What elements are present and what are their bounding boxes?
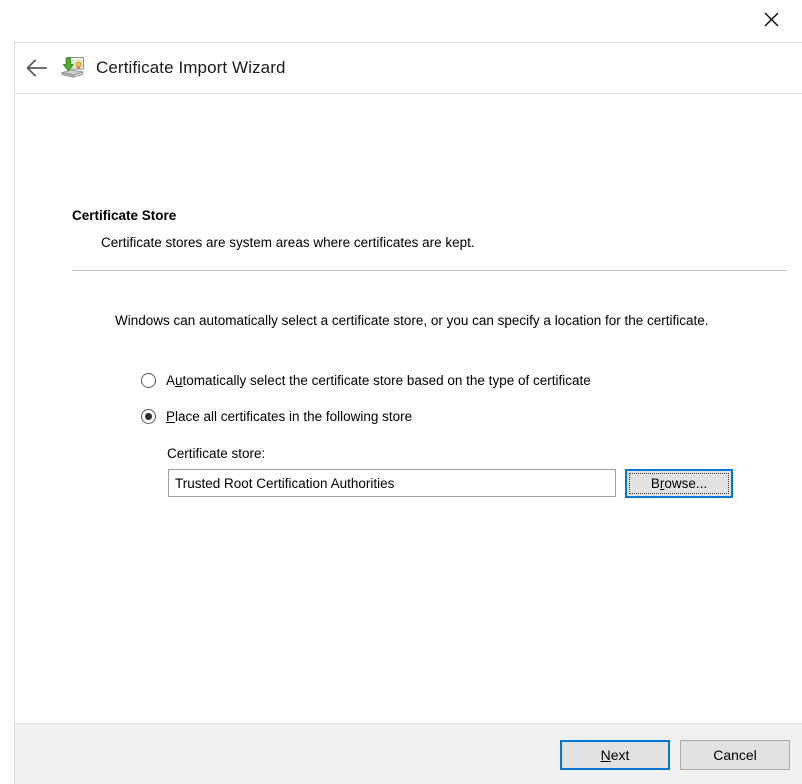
browse-button-label-post: owse... bbox=[664, 476, 707, 491]
page-title: Certificate Store bbox=[72, 208, 176, 223]
dialog-header: Certificate Import Wizard bbox=[15, 43, 802, 94]
back-arrow-icon bbox=[25, 59, 47, 77]
browse-button-label: Browse... bbox=[651, 476, 707, 491]
radio-automatic-store-label-post: tomatically select the certificate store… bbox=[183, 373, 591, 388]
cancel-button-label: Cancel bbox=[713, 747, 757, 763]
dialog-footer: Next Cancel bbox=[15, 723, 802, 784]
intro-text: Windows can automatically select a certi… bbox=[115, 310, 740, 331]
next-button-label-post: ext bbox=[611, 747, 630, 763]
radio-place-in-store-label-post: lace all certificates in the following s… bbox=[175, 409, 412, 424]
certificate-store-label: Certificate store: bbox=[167, 446, 265, 461]
next-button-label: Next bbox=[601, 747, 630, 763]
browse-button-label-pre: B bbox=[651, 476, 660, 491]
next-button-accelerator: N bbox=[601, 747, 611, 763]
page-subtitle: Certificate stores are system areas wher… bbox=[101, 235, 475, 250]
window-chrome-strip bbox=[0, 0, 802, 42]
radio-place-in-store-accelerator: P bbox=[166, 409, 175, 424]
radio-place-in-store[interactable]: Place all certificates in the following … bbox=[141, 409, 412, 424]
back-button[interactable] bbox=[19, 51, 53, 85]
radio-automatic-store-label-pre: A bbox=[166, 373, 175, 388]
close-button[interactable] bbox=[748, 2, 794, 36]
certificate-import-wizard-dialog: Certificate Import Wizard Certificate St… bbox=[14, 42, 802, 784]
radio-place-in-store-mark bbox=[141, 409, 156, 424]
certificate-store-input[interactable] bbox=[168, 469, 616, 497]
close-icon bbox=[764, 12, 779, 27]
radio-place-in-store-label: Place all certificates in the following … bbox=[166, 409, 412, 424]
radio-automatic-store[interactable]: Automatically select the certificate sto… bbox=[141, 373, 591, 388]
next-button[interactable]: Next bbox=[560, 740, 670, 770]
browse-button-focus-ring: Browse... bbox=[629, 473, 729, 494]
radio-automatic-store-label: Automatically select the certificate sto… bbox=[166, 373, 591, 388]
dialog-title: Certificate Import Wizard bbox=[96, 58, 286, 78]
header-divider bbox=[72, 270, 788, 271]
browse-button[interactable]: Browse... bbox=[625, 469, 733, 498]
radio-automatic-store-accelerator: u bbox=[175, 373, 183, 388]
radio-automatic-store-mark bbox=[141, 373, 156, 388]
dialog-body: Certificate Store Certificate stores are… bbox=[15, 94, 802, 723]
cancel-button[interactable]: Cancel bbox=[680, 740, 790, 770]
certificate-import-icon bbox=[59, 55, 85, 81]
